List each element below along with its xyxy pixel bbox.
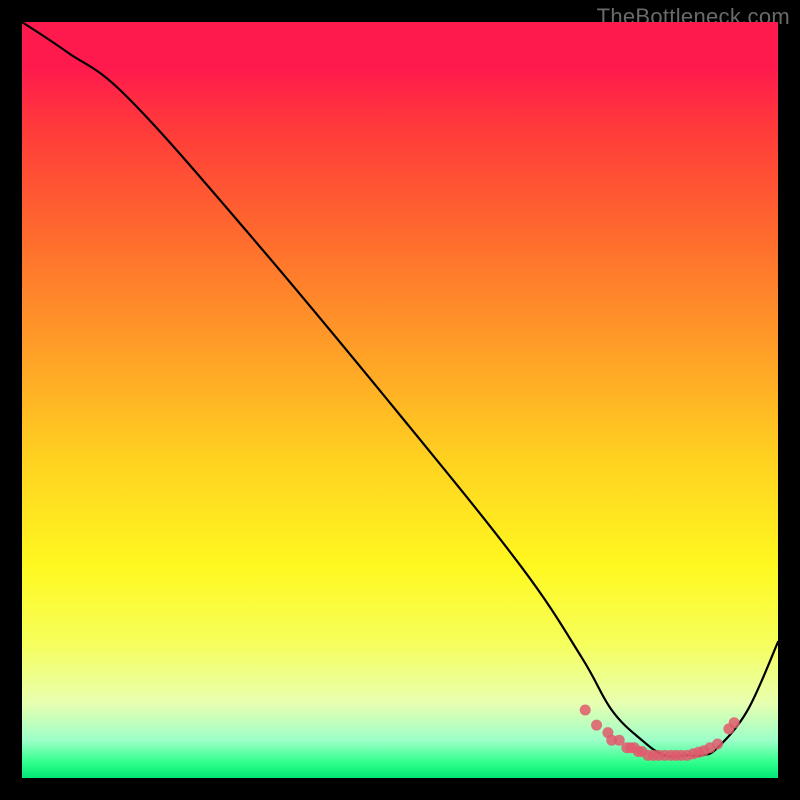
chart-stage: TheBottleneck.com <box>0 0 800 800</box>
marker-dot <box>729 717 740 728</box>
marker-dot <box>591 720 602 731</box>
plot-area <box>22 22 778 778</box>
curve-line <box>22 22 778 757</box>
marker-dot <box>580 704 591 715</box>
marker-dot <box>712 738 723 749</box>
marker-cluster <box>580 704 740 760</box>
chart-svg <box>22 22 778 778</box>
